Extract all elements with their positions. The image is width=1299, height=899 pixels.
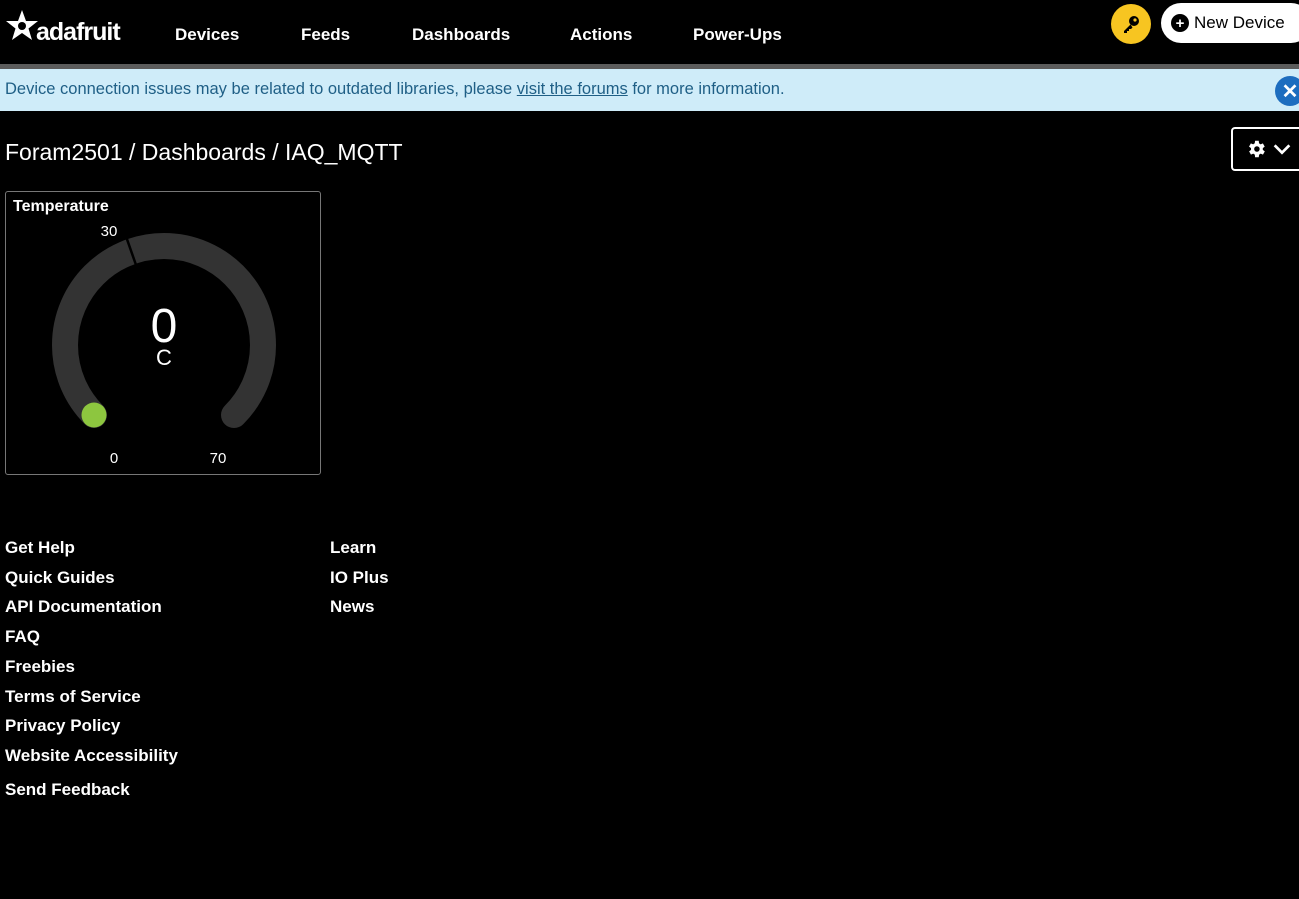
forums-link[interactable]: visit the forums: [517, 80, 628, 98]
api-key-button[interactable]: [1111, 4, 1151, 44]
close-icon: ✕: [1281, 80, 1299, 103]
gauge-min-label: 0: [110, 450, 118, 467]
footer-link-privacy-policy[interactable]: Privacy Policy: [5, 716, 120, 736]
new-device-label: New Device: [1194, 13, 1285, 32]
plus-circle-icon: +: [1171, 14, 1189, 32]
breadcrumb: Foram2501 / Dashboards / IAQ_MQTT: [5, 139, 403, 166]
footer-link-io-plus[interactable]: IO Plus: [330, 568, 389, 588]
footer-link-terms-of-service[interactable]: Terms of Service: [5, 687, 141, 707]
banner-message: Device connection issues may be related …: [5, 80, 785, 99]
chevron-down-icon: [1273, 144, 1291, 155]
gauge-chart: 30 0 C 0 70: [52, 223, 276, 467]
breadcrumb-separator: /: [265, 139, 285, 165]
adafruit-logo[interactable]: adafruit: [4, 4, 124, 48]
star-icon: [6, 10, 38, 40]
breadcrumb-dashboard: IAQ_MQTT: [285, 139, 403, 165]
breadcrumb-user[interactable]: Foram2501: [5, 139, 123, 165]
gauge-tick-label: 30: [101, 223, 118, 240]
dashboard-settings-button[interactable]: [1231, 127, 1299, 171]
footer-link-learn[interactable]: Learn: [330, 538, 376, 558]
footer-link-api-documentation[interactable]: API Documentation: [5, 597, 162, 617]
footer-link-news[interactable]: News: [330, 597, 374, 617]
banner-text-before: Device connection issues may be related …: [5, 80, 517, 98]
gauge-title: Temperature: [13, 198, 109, 215]
footer-link-freebies[interactable]: Freebies: [5, 657, 75, 677]
banner-text-after: for more information.: [627, 80, 785, 98]
key-icon: [1124, 16, 1139, 33]
nav-devices[interactable]: Devices: [175, 25, 239, 45]
close-banner-button[interactable]: ✕: [1275, 76, 1299, 106]
nav-dashboards[interactable]: Dashboards: [412, 25, 510, 45]
footer-link-faq[interactable]: FAQ: [5, 627, 40, 647]
gauge-block[interactable]: 30 0 C 0 70 Temperature: [5, 191, 321, 475]
footer-link-get-help[interactable]: Get Help: [5, 538, 75, 558]
gauge-max-label: 70: [210, 450, 227, 467]
nav-feeds[interactable]: Feeds: [301, 25, 350, 45]
nav-power-ups[interactable]: Power-Ups: [693, 25, 782, 45]
notice-banner: Device connection issues may be related …: [0, 69, 1299, 111]
footer-link-quick-guides[interactable]: Quick Guides: [5, 568, 115, 588]
gauge-indicator: [81, 402, 107, 428]
logo-text: adafruit: [36, 17, 121, 46]
gear-icon: [1249, 140, 1265, 158]
gauge-unit: C: [156, 345, 172, 370]
nav-actions[interactable]: Actions: [570, 25, 632, 45]
footer-link-send-feedback[interactable]: Send Feedback: [5, 780, 130, 800]
footer-link-website-accessibility[interactable]: Website Accessibility: [5, 746, 178, 766]
breadcrumb-section[interactable]: Dashboards: [142, 139, 266, 165]
breadcrumb-separator: /: [122, 139, 142, 165]
top-navigation: adafruit Devices Feeds Dashboards Action…: [0, 0, 1299, 64]
new-device-button[interactable]: + New Device: [1161, 3, 1299, 43]
